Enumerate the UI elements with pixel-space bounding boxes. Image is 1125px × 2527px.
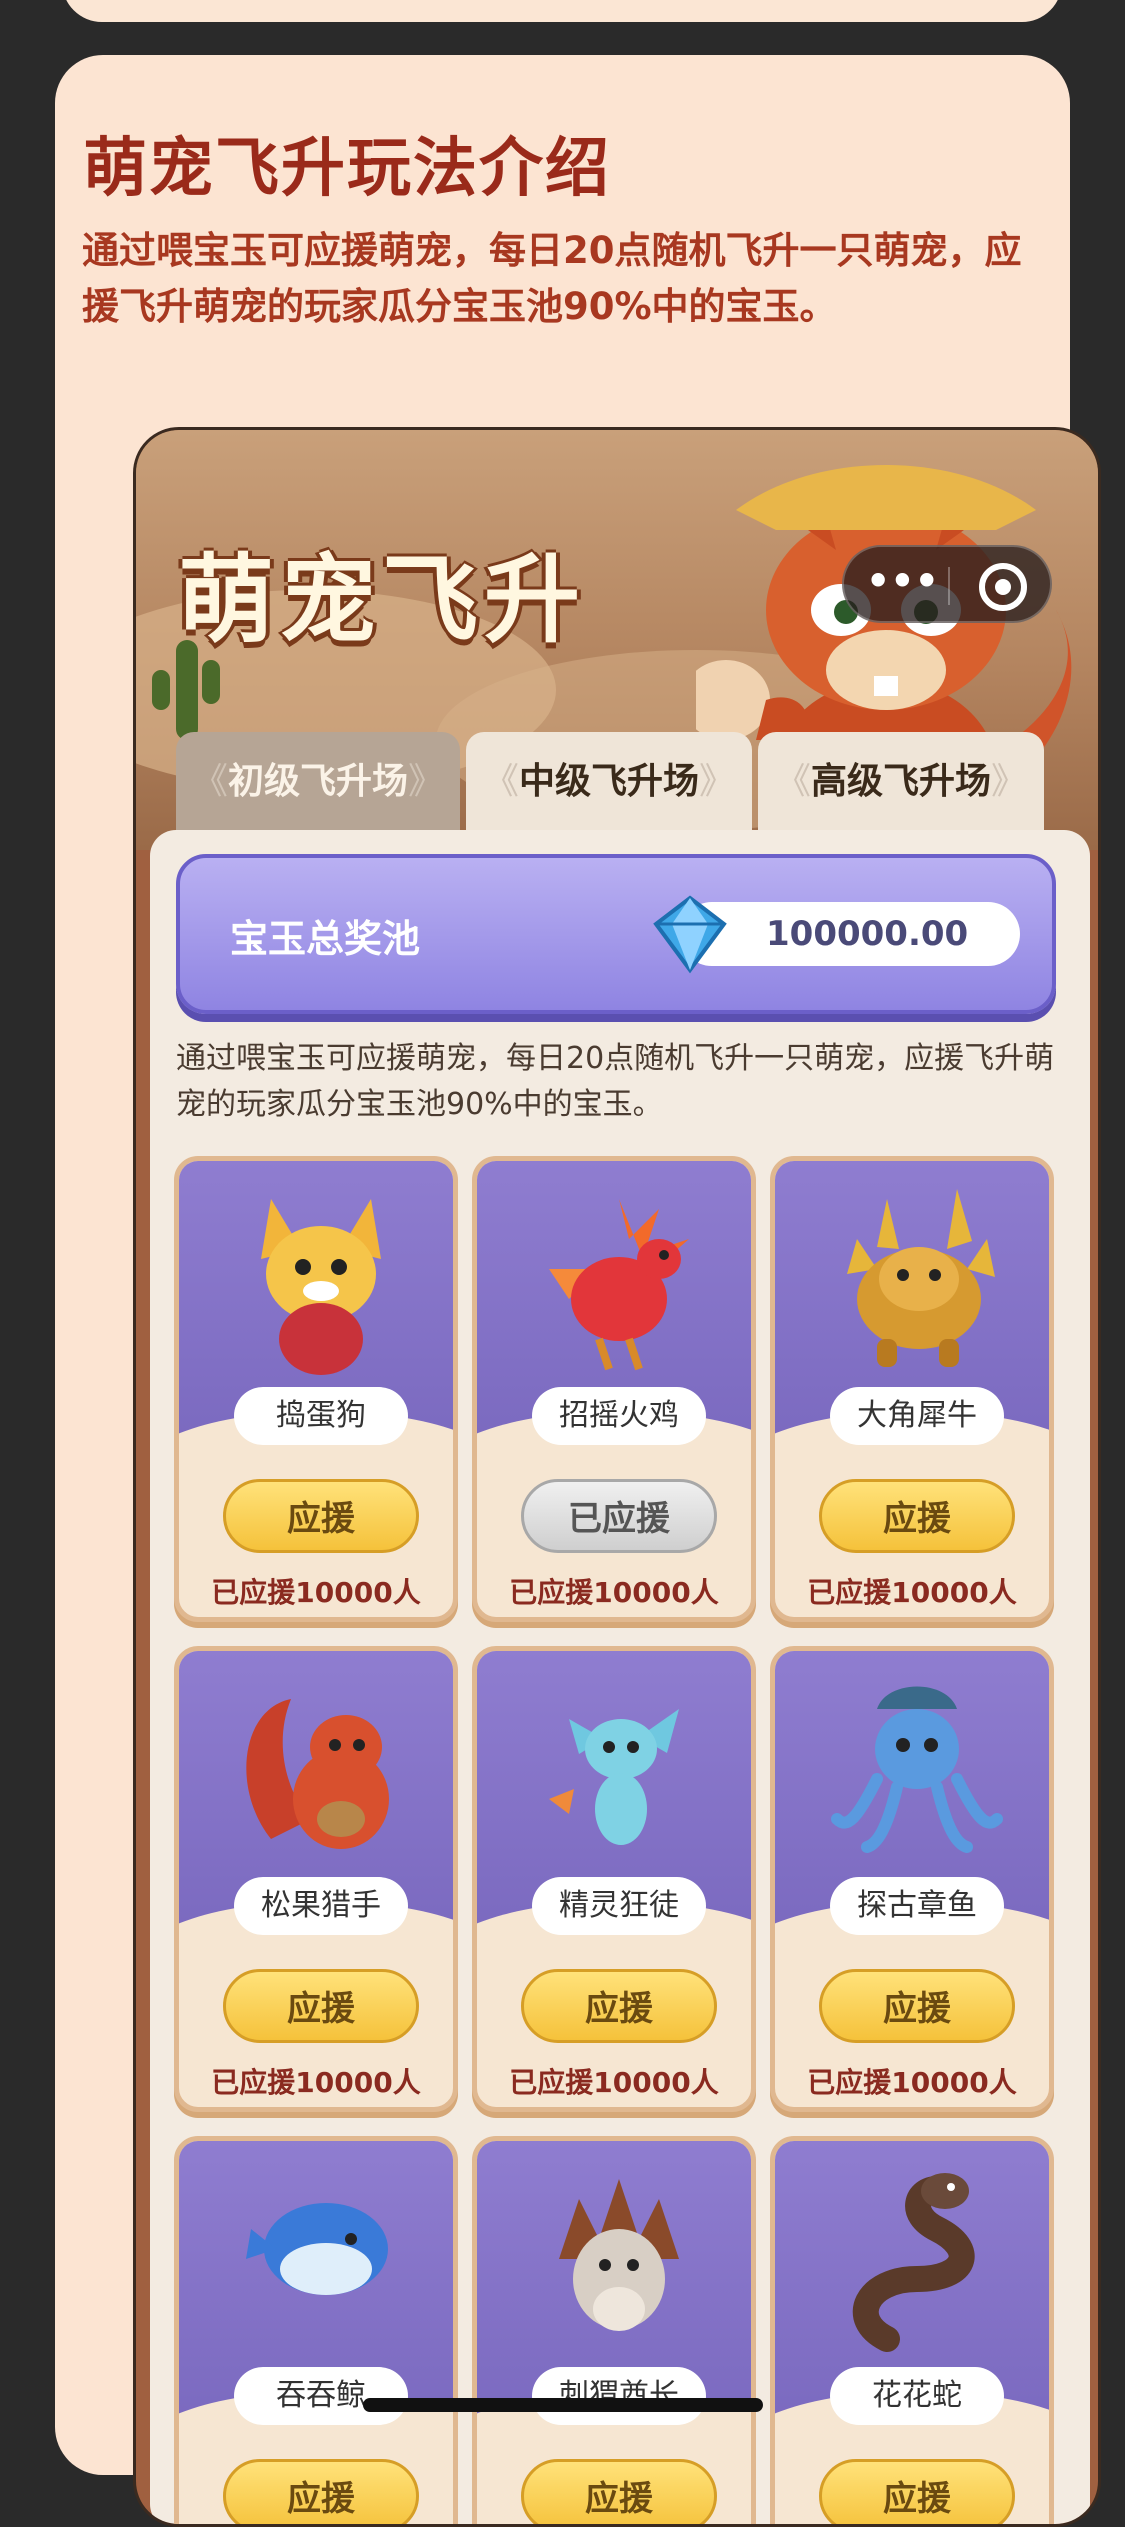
tab-deco-left: 《 bbox=[774, 761, 811, 802]
pet-card: 捣蛋狗 应援 已应援10000人 bbox=[174, 1156, 458, 1622]
whale-icon bbox=[246, 2203, 388, 2295]
prize-pool-value: 100000.00 bbox=[766, 914, 969, 954]
dog-icon bbox=[261, 1199, 381, 1375]
support-count: 已应援10000人 bbox=[807, 2066, 1017, 2099]
support-button[interactable]: 应援 bbox=[819, 1479, 1015, 1553]
mini-program-capsule: ••• bbox=[842, 545, 1052, 623]
banner-title: 萌宠飞升 bbox=[178, 544, 586, 656]
support-count: 已应援10000人 bbox=[509, 2066, 719, 2099]
octopus-icon bbox=[831, 1686, 1003, 1853]
support-button[interactable]: 应援 bbox=[819, 2459, 1015, 2524]
squirrel-icon bbox=[246, 1699, 389, 1849]
jade-gem-icon bbox=[653, 895, 727, 974]
capsule-divider bbox=[948, 567, 950, 605]
support-button[interactable]: 应援 bbox=[819, 1969, 1015, 2043]
game-screenshot: 萌宠飞升 ••• 《初级飞升场》 《中级飞升场》 《高级飞升场》 宝玉总奖池 1… bbox=[133, 427, 1101, 2527]
tab-deco-left: 《 bbox=[191, 761, 228, 802]
tab-deco-right: 》 bbox=[699, 761, 736, 802]
support-button[interactable]: 应援 bbox=[223, 1969, 419, 2043]
pet-name: 精灵狂徒 bbox=[532, 1877, 706, 1935]
snake-icon bbox=[852, 2173, 975, 2352]
pet-card: 探古章鱼 应援 已应援10000人 bbox=[770, 1646, 1054, 2112]
banner: 萌宠飞升 ••• 《初级飞升场》 《中级飞升场》 《高级飞升场》 bbox=[136, 430, 1098, 860]
support-button[interactable]: 应援 bbox=[521, 2459, 717, 2524]
support-count: 已应援10000人 bbox=[509, 1576, 719, 1609]
pet-card: 花花蛇 应援 bbox=[770, 2136, 1054, 2524]
pet-name: 招摇火鸡 bbox=[532, 1387, 706, 1445]
level-tabs: 《初级飞升场》 《中级飞升场》 《高级飞升场》 bbox=[176, 732, 1088, 832]
support-count: 已应援10000人 bbox=[807, 1576, 1017, 1609]
tab-junior[interactable]: 《初级飞升场》 bbox=[176, 732, 460, 832]
support-count: 已应援10000人 bbox=[211, 1576, 421, 1609]
support-button[interactable]: 应援 bbox=[223, 2459, 419, 2524]
tab-advanced[interactable]: 《高级飞升场》 bbox=[758, 732, 1044, 832]
tab-label: 初级飞升场 bbox=[227, 761, 408, 802]
rhino-icon bbox=[847, 1189, 995, 1367]
pet-name: 花花蛇 bbox=[830, 2367, 1004, 2425]
pet-card: 吞吞鲸 应援 bbox=[174, 2136, 458, 2524]
rules-text: 通过喂宝玉可应援萌宠，每日20点随机飞升一只萌宠，应援飞升萌宠的玩家瓜分宝玉池9… bbox=[176, 1041, 1055, 1122]
fire-bird-icon bbox=[549, 1199, 689, 1371]
close-target-icon[interactable] bbox=[979, 563, 1027, 611]
pet-card: 刺猬酋长 应援 bbox=[472, 2136, 756, 2524]
pet-name: 松果猎手 bbox=[234, 1877, 408, 1935]
pet-name: 刺猬酋长 bbox=[532, 2367, 706, 2425]
intro-description: 通过喂宝玉可应援萌宠，每日20点随机飞升一只萌宠，应援飞升萌宠的玩家瓜分宝玉池9… bbox=[82, 229, 1022, 328]
pet-card: 精灵狂徒 应援 已应援10000人 bbox=[472, 1646, 756, 2112]
support-button[interactable]: 应援 bbox=[223, 1479, 419, 1553]
tab-deco-right: 》 bbox=[991, 761, 1028, 802]
pet-name: 大角犀牛 bbox=[830, 1387, 1004, 1445]
pet-name: 捣蛋狗 bbox=[234, 1387, 408, 1445]
tab-label: 中级飞升场 bbox=[518, 761, 699, 802]
tab-deco-right: 》 bbox=[408, 761, 445, 802]
tab-deco-left: 《 bbox=[482, 761, 519, 802]
hedgehog-icon bbox=[559, 2179, 679, 2331]
pet-card: 大角犀牛 应援 已应援10000人 bbox=[770, 1156, 1054, 1622]
prize-pool-banner: 宝玉总奖池 100000.00 bbox=[176, 854, 1056, 1014]
home-indicator[interactable] bbox=[363, 2398, 763, 2412]
content-panel: 宝玉总奖池 100000.00 通过喂宝玉可应援萌宠，每日20点随机飞升一只萌宠… bbox=[150, 830, 1090, 2524]
support-button[interactable]: 应援 bbox=[521, 1969, 717, 2043]
sprite-icon bbox=[549, 1709, 679, 1845]
pet-card: 招摇火鸡 已应援 已应援10000人 bbox=[472, 1156, 756, 1622]
pet-name: 探古章鱼 bbox=[830, 1877, 1004, 1935]
prize-pool-value-box: 100000.00 bbox=[653, 895, 1020, 974]
prize-pool-label: 宝玉总奖池 bbox=[230, 917, 421, 961]
supported-button[interactable]: 已应援 bbox=[521, 1479, 717, 1553]
support-count: 已应援10000人 bbox=[211, 2066, 421, 2099]
pet-card: 松果猎手 应援 已应援10000人 bbox=[174, 1646, 458, 2112]
pet-name: 吞吞鲸 bbox=[234, 2367, 408, 2425]
more-options-button[interactable]: ••• bbox=[866, 562, 939, 607]
previous-card bbox=[62, 0, 1062, 22]
tab-label: 高级飞升场 bbox=[810, 761, 991, 802]
intro-card: 萌宠飞升玩法介绍 通过喂宝玉可应援萌宠，每日20点随机飞升一只萌宠，应援飞升萌宠… bbox=[55, 55, 1101, 2527]
tab-intermediate[interactable]: 《中级飞升场》 bbox=[466, 732, 752, 832]
intro-title: 萌宠飞升玩法介绍 bbox=[83, 132, 611, 206]
